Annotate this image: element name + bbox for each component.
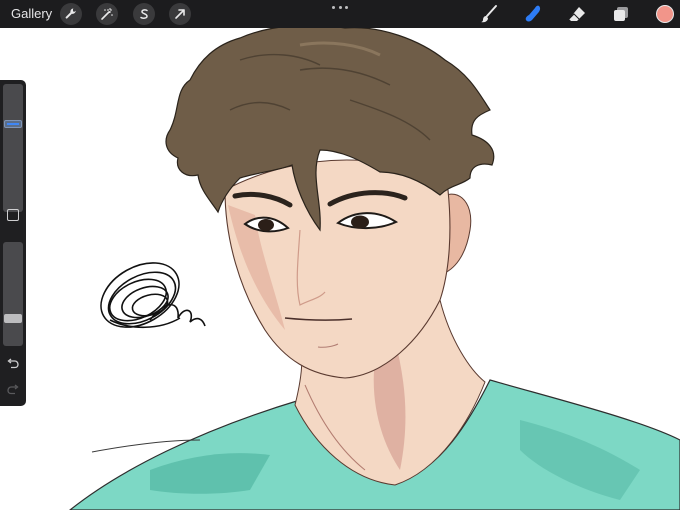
smudge-finger-icon [525,5,541,22]
gallery-button[interactable]: Gallery [11,6,52,22]
brush-tool-button[interactable] [478,3,500,25]
brush-size-slider[interactable] [3,84,23,212]
top-toolbar: Gallery [0,0,680,28]
smudge-tool-button[interactable] [523,3,545,25]
brush-size-thumb[interactable] [4,120,22,128]
undo-button[interactable] [6,358,20,370]
more-dots-icon[interactable] [332,6,348,12]
undo-icon [7,358,19,369]
drawing-canvas[interactable] [0,0,680,510]
eraser-tool-button[interactable] [566,3,588,25]
selection-button[interactable] [133,3,155,25]
actions-button[interactable] [60,3,82,25]
layers-button[interactable] [610,3,632,25]
adjustments-button[interactable] [96,3,118,25]
arrow-cursor-icon [175,9,185,19]
selection-s-icon [140,9,148,19]
wrench-icon [65,8,76,19]
brush-icon [481,5,497,23]
square-icon[interactable] [7,209,19,221]
brush-opacity-thumb[interactable] [4,314,22,323]
redo-button[interactable] [6,384,20,396]
left-sidebar [0,80,26,406]
redo-icon [7,384,19,395]
magic-wand-icon [101,8,113,20]
color-picker-button[interactable] [656,5,674,23]
transform-button[interactable] [169,3,191,25]
brush-opacity-slider[interactable] [3,242,23,346]
layers-icon [614,7,628,21]
eraser-icon [568,7,585,21]
scribble [100,262,206,329]
